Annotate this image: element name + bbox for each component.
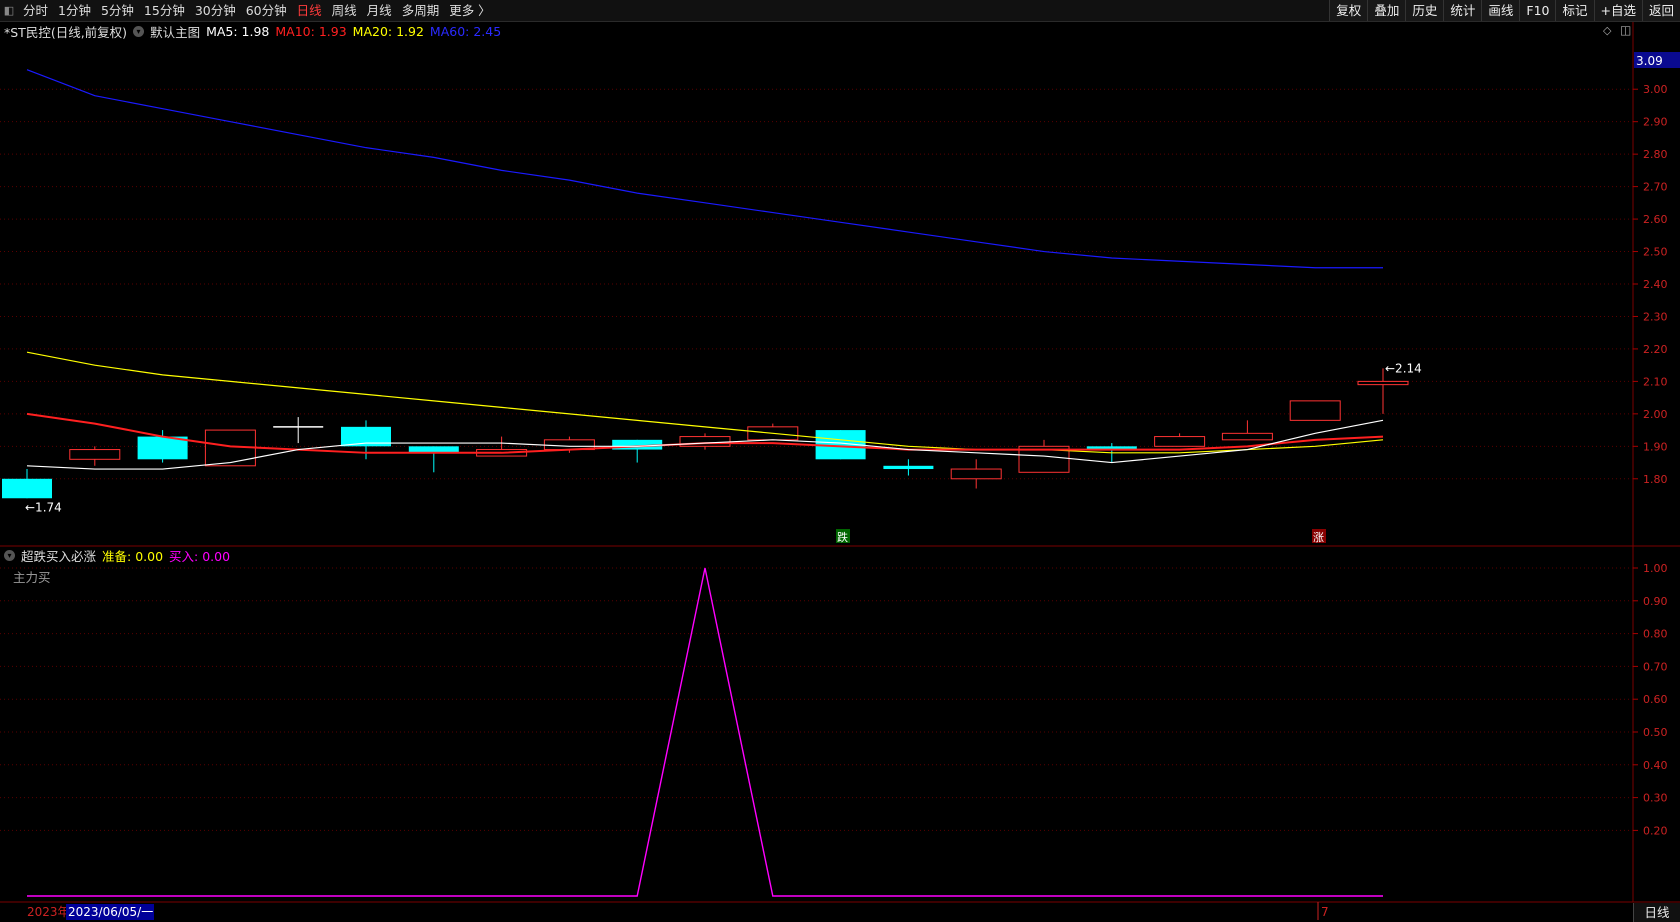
tool-button-3[interactable]: 统计 — [1443, 0, 1482, 21]
period-tab-5[interactable]: 60分钟 — [241, 0, 292, 21]
main-tick-label: 2.00 — [1643, 408, 1668, 421]
candle-body-up — [1357, 380, 1409, 386]
main-tick-label: 1.90 — [1643, 440, 1668, 453]
tool-button-8[interactable]: 返回 — [1641, 0, 1680, 21]
period-tabs: 分时 1分钟 5分钟 15分钟 30分钟 60分钟 日线 周线 月线 多周期 更多 〉 — [18, 0, 496, 21]
ma5-value: MA5: 1.98 — [206, 24, 270, 39]
die-marker-label: 跌 — [837, 530, 848, 544]
sub-tick-label: 0.20 — [1643, 824, 1668, 837]
candle-body-up — [1221, 432, 1273, 441]
sub-tick-label: 0.90 — [1643, 595, 1668, 608]
sub-tick-label: 0.70 — [1643, 660, 1668, 673]
sub-indicator-name[interactable]: 超跌买入必涨 — [21, 546, 96, 565]
tool-buttons: 复权 叠加 历史 统计 画线 F10 标记 +自选 返回 — [1329, 0, 1680, 21]
main-indicator-name[interactable]: 默认主图 — [150, 22, 200, 41]
low-price-label: ←1.74 — [25, 500, 62, 514]
sub-tick-label: 0.40 — [1643, 759, 1668, 772]
main-tick-label: 2.60 — [1643, 213, 1668, 226]
period-tab-7[interactable]: 周线 — [327, 0, 362, 21]
indicator-toggle-icon[interactable]: ▾ — [133, 26, 145, 37]
period-tab-8[interactable]: 月线 — [362, 0, 397, 21]
main-tick-label: 2.10 — [1643, 375, 1668, 388]
tool-button-4[interactable]: 画线 — [1481, 0, 1520, 21]
sub-tick-label: 0.60 — [1643, 693, 1668, 706]
stock-title: *ST民控(日线,前复权) — [4, 25, 128, 40]
period-tab-1[interactable]: 1分钟 — [53, 0, 96, 21]
main-tick-label: 2.50 — [1643, 246, 1668, 259]
tool-button-6[interactable]: 标记 — [1555, 0, 1594, 21]
period-label[interactable]: 日线 — [1633, 903, 1680, 922]
year-label: 2023年 — [27, 905, 70, 919]
period-tab-2[interactable]: 5分钟 — [96, 0, 139, 21]
top-toolbar: ◧ 分时 1分钟 5分钟 15分钟 30分钟 60分钟 日线 周线 月线 多周期 更多 〉 复权 叠加… — [0, 0, 1680, 22]
main-legend: *ST民控(日线,前复权) ▾ 默认主图 MA5: 1.98 MA10: 1.9… — [4, 22, 507, 41]
ma10-value: MA10: 1.93 — [275, 24, 347, 39]
tool-button-7[interactable]: +自选 — [1593, 0, 1642, 21]
current-price-label: 3.09 — [1636, 54, 1663, 68]
candle-body-down — [883, 465, 934, 470]
main-tick-label: 3.00 — [1643, 83, 1668, 96]
kline-chart[interactable]: 3.00 2.90 2.80 2.70 2.60 2.50 2.40 2.30 2.20 2.10… — [0, 22, 1680, 920]
main-tick-label: 2.20 — [1643, 343, 1668, 356]
ma20-value: MA20: 1.92 — [352, 24, 424, 39]
candle-body-up — [1289, 400, 1341, 421]
main-tick-label: 1.80 — [1643, 473, 1668, 486]
period-tab-10[interactable]: 更多 〉 — [444, 0, 495, 21]
panel-toggle-icon[interactable]: ◧ — [0, 0, 18, 21]
sub-tick-label: 0.50 — [1643, 726, 1668, 739]
main-tick-label: 2.80 — [1643, 148, 1668, 161]
main-tick-label: 2.90 — [1643, 116, 1668, 129]
candle-body-up — [69, 449, 121, 460]
ma60-line — [26, 69, 1383, 269]
sub-tick-label: 0.80 — [1643, 628, 1668, 641]
tool-button-2[interactable]: 历史 — [1405, 0, 1444, 21]
tool-button-5[interactable]: F10 — [1519, 0, 1556, 21]
tool-button-1[interactable]: 叠加 — [1367, 0, 1406, 21]
sub-tick-label: 1.00 — [1643, 562, 1668, 575]
main-tick-label: 2.70 — [1643, 181, 1668, 194]
candle-body-up — [950, 468, 1002, 480]
month-marker: 7 — [1321, 905, 1329, 919]
period-tab-9[interactable]: 多周期 — [397, 0, 445, 21]
zhuli-mai-label: 主力买 — [13, 570, 51, 585]
main-tick-label: 2.40 — [1643, 278, 1668, 291]
period-tab-4[interactable]: 30分钟 — [190, 0, 241, 21]
candle-body-down — [2, 478, 52, 499]
mairu-value: 买入: 0.00 — [169, 549, 231, 564]
sub-indicator-toggle-icon[interactable]: ▾ — [4, 550, 15, 561]
date-label: 2023/06/05/一 — [68, 905, 153, 919]
zhunbei-value: 准备: 0.00 — [102, 549, 164, 564]
high-price-label: ←2.14 — [1385, 361, 1422, 375]
period-tab-3[interactable]: 15分钟 — [139, 0, 190, 21]
tool-button-0[interactable]: 复权 — [1329, 0, 1368, 21]
sub-legend: ▾ 超跌买入必涨 准备: 0.00 买入: 0.00 — [4, 546, 236, 565]
diamond-icon[interactable]: ◇ — [1603, 24, 1611, 37]
period-tab-6[interactable]: 日线 — [292, 0, 327, 21]
zhang-marker-label: 涨 — [1313, 531, 1324, 544]
main-tick-label: 2.30 — [1643, 310, 1668, 323]
period-tab-0[interactable]: 分时 — [18, 0, 53, 21]
window-icon[interactable]: ◫ — [1620, 23, 1631, 37]
sub-tick-label: 0.30 — [1643, 792, 1668, 805]
ma60-value: MA60: 2.45 — [429, 24, 502, 39]
candle-body-up — [1154, 436, 1206, 447]
